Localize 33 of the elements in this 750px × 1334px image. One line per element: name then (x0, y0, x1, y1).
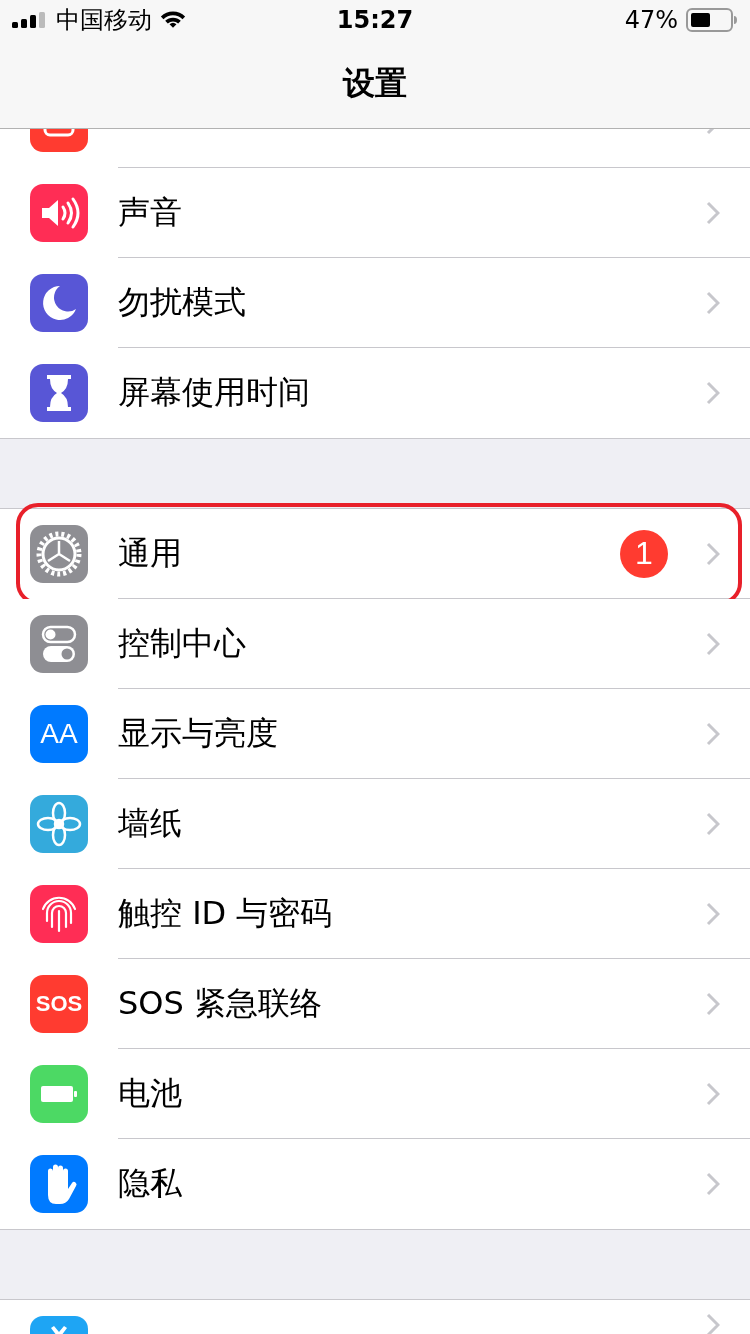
row-label: 显示与亮度 (118, 712, 279, 754)
signal-icon (12, 12, 48, 28)
row-label: 声音 (118, 191, 183, 233)
row-label: 墙纸 (118, 802, 183, 844)
chevron-icon (706, 721, 720, 746)
chevron-icon (706, 1081, 720, 1106)
battery-percent: 47% (624, 6, 678, 34)
row-label: 电池 (118, 1072, 183, 1114)
row-label: 控制中心 (118, 622, 247, 664)
row-label: 隐私 (118, 1163, 183, 1204)
chevron-icon (706, 901, 720, 926)
chevron-icon (706, 541, 720, 566)
chevron-icon (706, 631, 720, 656)
notification-badge: 1 (620, 529, 668, 578)
chevron-icon (706, 200, 720, 225)
row-label: 触控 ID 与密码 (118, 892, 334, 934)
row-label: SOS 紧急联络 (118, 982, 323, 1024)
page-title: 设置 (343, 63, 407, 104)
carrier-name: 中国移动 (56, 5, 152, 36)
row-label: 通用 (118, 532, 183, 574)
row-label: 勿扰模式 (118, 281, 247, 323)
chevron-icon (706, 1172, 720, 1196)
app-icon: SOS (30, 975, 88, 1033)
chevron-icon (706, 381, 720, 405)
status-time: 15:27 (336, 6, 414, 34)
chevron-icon (706, 1313, 720, 1334)
chevron-icon (706, 290, 720, 315)
wifi-icon (160, 10, 186, 30)
app-icon: AA (30, 705, 88, 763)
chevron-icon (706, 991, 720, 1016)
battery-icon (686, 8, 738, 32)
row-label: 屏幕使用时间 (118, 372, 311, 413)
chevron-icon (706, 811, 720, 836)
